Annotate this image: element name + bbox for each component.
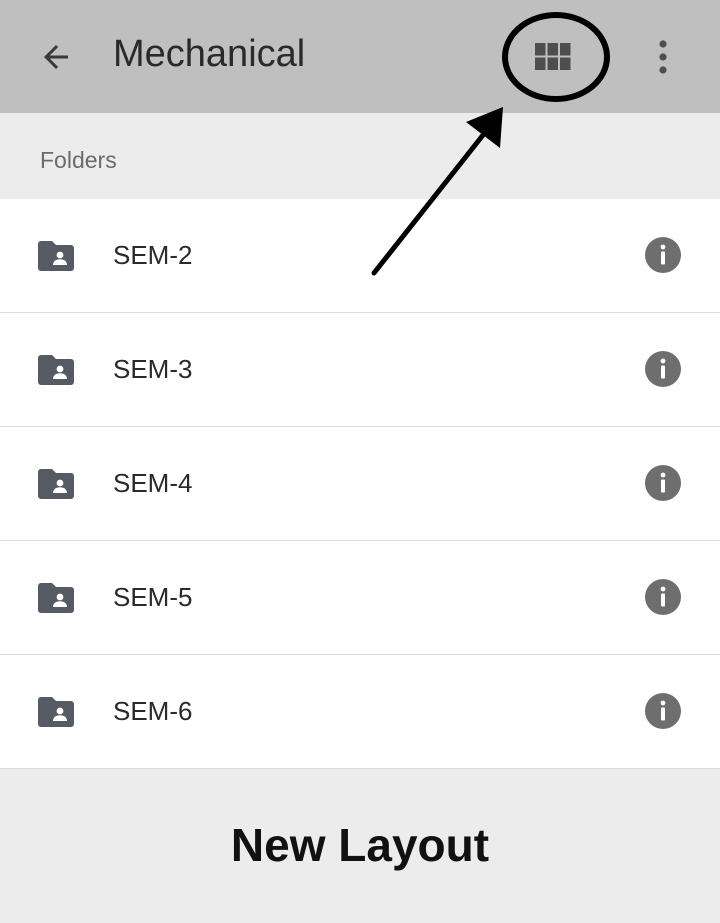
info-icon[interactable] [644, 578, 682, 616]
folder-row[interactable]: SEM-6 [0, 655, 720, 769]
shared-folder-icon [38, 355, 74, 385]
folder-row[interactable]: SEM-4 [0, 427, 720, 541]
app-bar: Mechanical [0, 0, 720, 113]
more-options-button[interactable] [637, 29, 689, 85]
section-label: Folders [40, 147, 117, 173]
caption-area: New Layout [0, 769, 720, 923]
back-button[interactable] [26, 27, 86, 87]
info-icon[interactable] [644, 236, 682, 274]
folder-list: SEM-2 SEM-3 SEM-4 SEM-5 SEM-6 [0, 199, 720, 769]
info-icon[interactable] [644, 350, 682, 388]
shared-folder-icon [38, 697, 74, 727]
folder-row[interactable]: SEM-2 [0, 199, 720, 313]
section-header: Folders [0, 113, 720, 199]
grid-view-icon [535, 43, 571, 70]
folder-name: SEM-2 [113, 240, 193, 270]
folder-row[interactable]: SEM-3 [0, 313, 720, 427]
folder-name: SEM-3 [113, 354, 193, 384]
shared-folder-icon [38, 583, 74, 613]
grid-view-button[interactable] [525, 29, 581, 85]
info-icon[interactable] [644, 464, 682, 502]
folder-name: SEM-4 [113, 468, 193, 498]
folder-row[interactable]: SEM-5 [0, 541, 720, 655]
page-title: Mechanical [113, 33, 306, 75]
new-layout-caption: New Layout [230, 819, 490, 871]
arrow-back-icon [44, 45, 68, 69]
folder-name: SEM-5 [113, 582, 193, 612]
info-icon[interactable] [644, 692, 682, 730]
shared-folder-icon [38, 469, 74, 499]
more-vert-icon [659, 40, 667, 74]
folder-name: SEM-6 [113, 696, 193, 726]
shared-folder-icon [38, 241, 74, 271]
